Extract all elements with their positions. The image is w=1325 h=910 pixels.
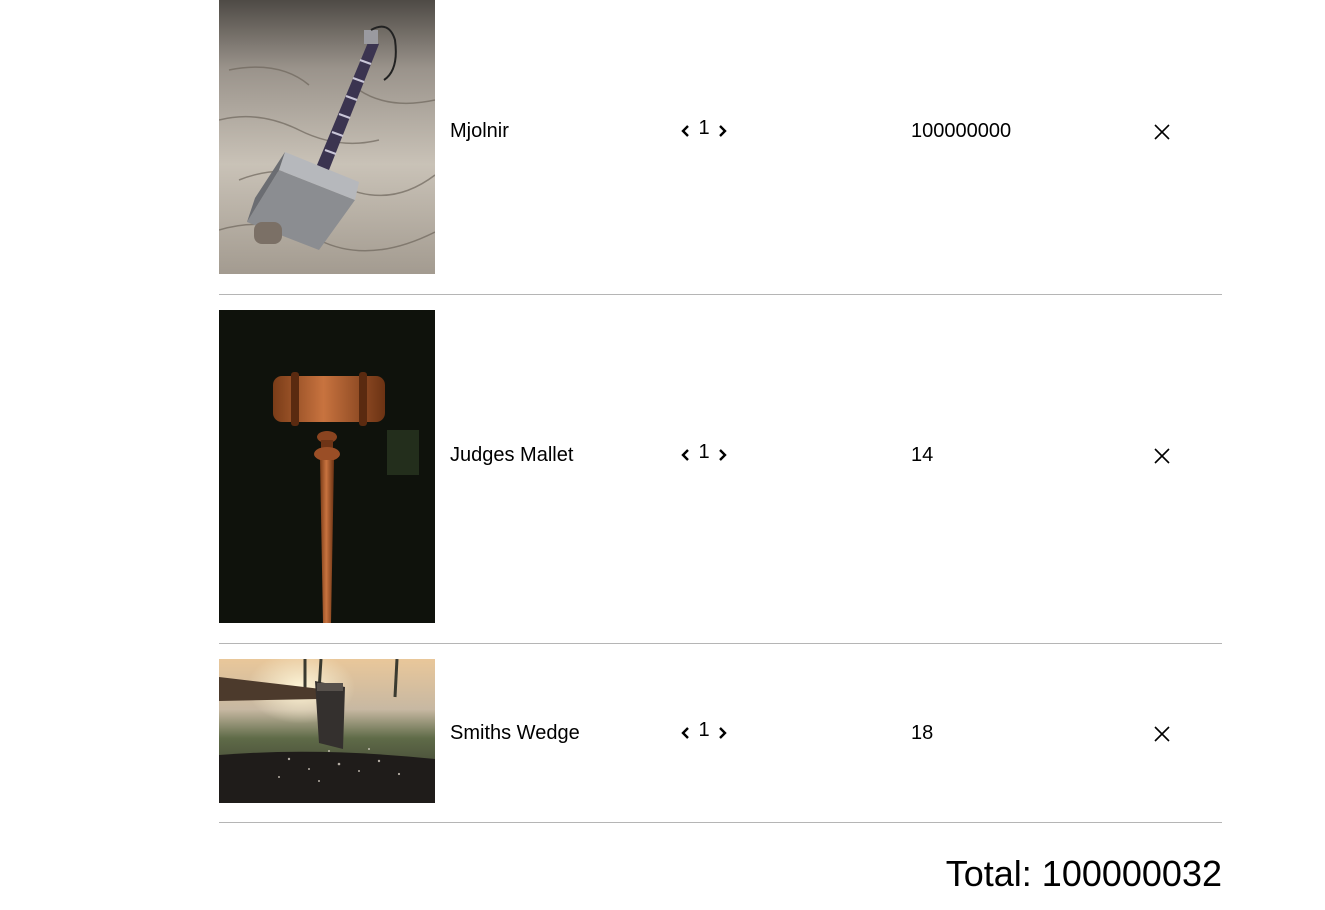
product-price: 14 xyxy=(911,444,934,466)
cart-total: Total: 100000032 xyxy=(945,853,1222,894)
close-icon xyxy=(1154,448,1170,464)
increase-quantity-button[interactable] xyxy=(716,445,730,465)
cart-item-row: Smiths Wedge 1 18 xyxy=(219,644,1222,823)
quantity-value: 1 xyxy=(698,116,710,139)
product-image-smiths-wedge xyxy=(219,659,435,803)
remove-item-button[interactable] xyxy=(1153,447,1171,465)
decrease-quantity-button[interactable] xyxy=(678,121,692,141)
chevron-left-icon xyxy=(681,125,689,137)
cart-item-row: Mjolnir 1 100000000 xyxy=(219,0,1222,295)
chevron-right-icon xyxy=(719,449,727,461)
remove-item-button[interactable] xyxy=(1153,725,1171,743)
cart-item-row: Judges Mallet 1 14 xyxy=(219,295,1222,644)
quantity-value: 1 xyxy=(698,440,710,463)
increase-quantity-button[interactable] xyxy=(716,723,730,743)
chevron-right-icon xyxy=(719,727,727,739)
close-icon xyxy=(1154,726,1170,742)
product-price: 18 xyxy=(911,722,934,744)
chevron-right-icon xyxy=(719,125,727,137)
product-image-mjolnir xyxy=(219,0,435,274)
product-price: 100000000 xyxy=(911,120,1012,142)
cart-list: Mjolnir 1 100000000 Judges Mallet 1 14 S… xyxy=(219,0,1222,823)
quantity-value: 1 xyxy=(698,718,710,741)
remove-item-button[interactable] xyxy=(1153,123,1171,141)
quantity-stepper: 1 xyxy=(678,440,730,468)
quantity-stepper: 1 xyxy=(678,718,730,746)
product-name: Mjolnir xyxy=(450,120,509,142)
product-name: Smiths Wedge xyxy=(450,722,580,744)
quantity-stepper: 1 xyxy=(678,116,730,144)
product-name: Judges Mallet xyxy=(450,444,574,466)
chevron-left-icon xyxy=(681,449,689,461)
increase-quantity-button[interactable] xyxy=(716,121,730,141)
decrease-quantity-button[interactable] xyxy=(678,445,692,465)
decrease-quantity-button[interactable] xyxy=(678,723,692,743)
chevron-left-icon xyxy=(681,727,689,739)
close-icon xyxy=(1154,124,1170,140)
product-image-judges-mallet xyxy=(219,310,435,623)
